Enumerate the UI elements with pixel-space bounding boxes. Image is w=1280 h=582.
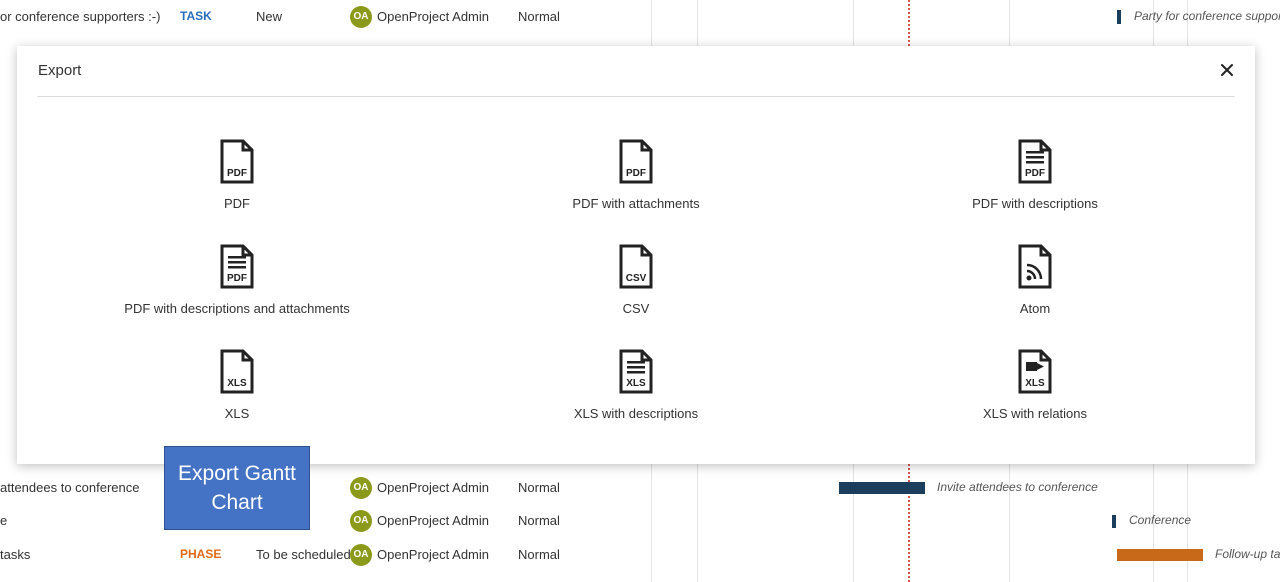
svg-text:PDF: PDF (227, 168, 247, 179)
export-option-label: PDF with descriptions and attachments (124, 301, 350, 316)
row-status[interactable]: New (256, 0, 282, 33)
export-option-xls[interactable]: XLS XLS (87, 349, 387, 439)
svg-text:PDF: PDF (626, 168, 646, 179)
export-option-label: XLS with descriptions (573, 406, 699, 421)
row-assignee[interactable]: OpenProject Admin (377, 538, 489, 571)
export-option-atom[interactable]: Atom (885, 244, 1185, 334)
row-priority[interactable]: Normal (518, 0, 560, 33)
export-gantt-chart-callout[interactable]: Export Gantt Chart (164, 446, 310, 530)
row-assignee[interactable]: OpenProject Admin (377, 0, 489, 33)
row-type: TASK (180, 9, 212, 23)
callout-line-2: Chart (211, 491, 263, 514)
gantt-label: Conference (1129, 513, 1192, 527)
export-option-pdf-attachments[interactable]: PDF PDF with attachments (486, 139, 786, 229)
export-option-pdf-descriptions-attachments[interactable]: PDF PDF with descriptions and attachment… (87, 244, 387, 334)
avatar: OA (350, 544, 372, 566)
callout-line-1: Export Gantt (178, 462, 296, 485)
row-assignee[interactable]: OpenProject Admin (377, 504, 489, 537)
gantt-milestone-bar[interactable] (1117, 10, 1121, 24)
xls-icon: XLS (220, 349, 254, 394)
export-option-label: PDF with attachments (572, 196, 700, 211)
atom-feed-icon (1018, 244, 1052, 289)
gantt-milestone-bar[interactable] (1112, 515, 1116, 528)
avatar: OA (350, 6, 372, 28)
svg-text:PDF: PDF (227, 273, 247, 284)
gantt-label: Party for conference supporters (1134, 9, 1280, 23)
row-subject[interactable]: e (0, 504, 7, 537)
row-priority[interactable]: Normal (518, 504, 560, 537)
modal-divider (37, 96, 1235, 97)
export-option-label: Atom (1019, 301, 1051, 316)
export-option-xls-descriptions[interactable]: XLS XLS with descriptions (486, 349, 786, 439)
gantt-phase-bar[interactable] (1117, 549, 1203, 561)
row-subject[interactable]: or conference supporters :-) (0, 0, 160, 33)
csv-icon: CSV (619, 244, 653, 289)
svg-text:XLS: XLS (1025, 378, 1045, 389)
export-modal: Export PDF PDF PDF PDF with attachments … (17, 46, 1255, 464)
export-option-pdf[interactable]: PDF PDF (87, 139, 387, 229)
export-option-label: XLS with relations (982, 406, 1088, 421)
gantt-bar[interactable] (839, 482, 925, 494)
pdf-descriptions-icon: PDF (1018, 139, 1052, 184)
export-option-pdf-descriptions[interactable]: PDF PDF with descriptions (885, 139, 1185, 229)
export-option-label: PDF with descriptions (972, 196, 1098, 211)
row-status[interactable]: To be scheduled (256, 538, 351, 571)
avatar: OA (350, 510, 372, 532)
modal-title: Export (38, 62, 82, 79)
row-type: PHASE (180, 547, 222, 561)
avatar: OA (350, 477, 372, 499)
xls-descriptions-icon: XLS (619, 349, 653, 394)
export-option-label: CSV (622, 301, 650, 316)
export-option-label: PDF (224, 196, 250, 211)
row-priority[interactable]: Normal (518, 471, 560, 504)
svg-text:XLS: XLS (227, 378, 247, 389)
pdf-attachments-icon: PDF (619, 139, 653, 184)
table-row[interactable]: or conference supporters :-) TASK New OA… (0, 0, 1280, 33)
svg-text:XLS: XLS (626, 378, 646, 389)
row-assignee[interactable]: OpenProject Admin (377, 471, 489, 504)
row-subject[interactable]: attendees to conference (0, 471, 140, 504)
export-option-xls-relations[interactable]: XLS XLS with relations (885, 349, 1185, 439)
close-button[interactable] (1217, 60, 1237, 80)
gantt-label: Follow-up tas (1215, 547, 1280, 561)
export-option-csv[interactable]: CSV CSV (486, 244, 786, 334)
svg-text:PDF: PDF (1025, 168, 1045, 179)
pdf-descriptions-attachments-icon: PDF (220, 244, 254, 289)
pdf-icon: PDF (220, 139, 254, 184)
gantt-label: Invite attendees to conference (937, 480, 1098, 494)
row-priority[interactable]: Normal (518, 538, 560, 571)
row-subject[interactable]: tasks (0, 538, 30, 571)
table-row[interactable]: tasks PHASE To be scheduled OA OpenProje… (0, 538, 1280, 571)
svg-text:CSV: CSV (626, 273, 647, 284)
export-option-label: XLS (224, 406, 250, 421)
close-icon[interactable] (1217, 60, 1237, 80)
xls-relations-icon: XLS (1018, 349, 1052, 394)
